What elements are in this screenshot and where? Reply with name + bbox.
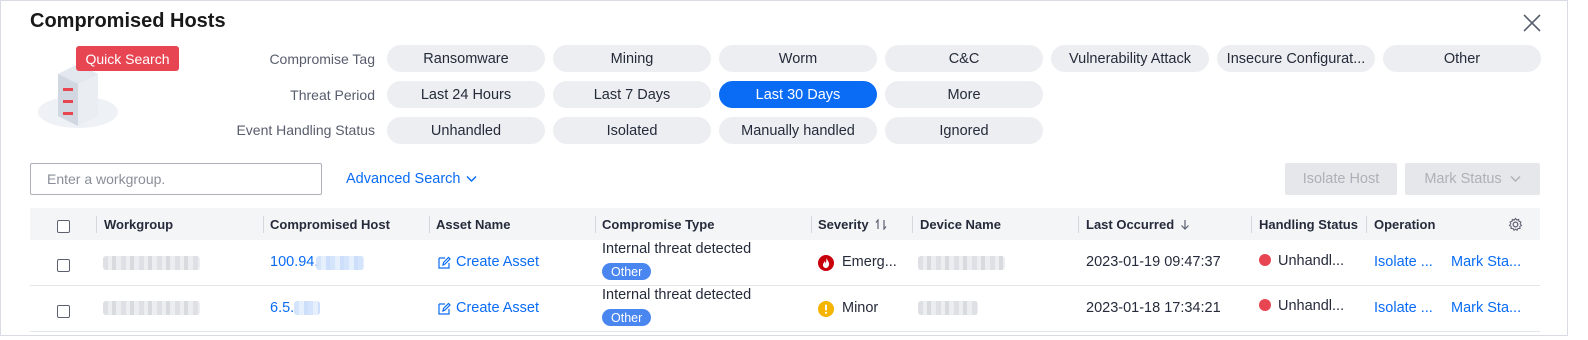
column-divider bbox=[1078, 216, 1079, 233]
severity-text: Emerg... bbox=[842, 254, 897, 270]
chip-last-7-days[interactable]: Last 7 Days bbox=[553, 81, 711, 108]
mark-status-label: Mark Status bbox=[1424, 171, 1502, 187]
col-last-occurred[interactable]: Last Occurred bbox=[1086, 217, 1190, 232]
column-divider bbox=[1366, 216, 1367, 233]
chip-vulnerability-attack[interactable]: Vulnerability Attack bbox=[1051, 45, 1209, 72]
chip-insecure-configuration[interactable]: Insecure Configurat... bbox=[1217, 45, 1375, 72]
chip-last-24-hours[interactable]: Last 24 Hours bbox=[387, 81, 545, 108]
column-divider bbox=[263, 216, 264, 233]
dialog-title: Compromised Hosts bbox=[30, 10, 226, 32]
row-divider bbox=[30, 331, 1540, 332]
row-checkbox[interactable] bbox=[57, 259, 70, 272]
workgroup-masked-value bbox=[103, 256, 200, 270]
quick-search-badge[interactable]: Quick Search bbox=[76, 46, 179, 71]
create-asset-link[interactable]: Create Asset bbox=[456, 254, 539, 270]
row-checkbox[interactable] bbox=[57, 305, 70, 318]
compromise-type-tag: Other bbox=[602, 309, 652, 326]
threat-period-label: Threat Period bbox=[290, 87, 375, 103]
host-masked-value bbox=[294, 301, 320, 315]
col-compromised-host: Compromised Host bbox=[270, 217, 390, 232]
chip-more[interactable]: More bbox=[885, 81, 1043, 108]
col-workgroup: Workgroup bbox=[104, 217, 174, 232]
col-asset-name: Asset Name bbox=[436, 217, 511, 232]
workgroup-search-input[interactable] bbox=[30, 163, 322, 195]
compromise-type-text: Internal threat detected bbox=[602, 287, 752, 303]
advanced-search-label: Advanced Search bbox=[346, 171, 461, 187]
row-divider bbox=[30, 285, 1540, 286]
edit-icon[interactable] bbox=[437, 256, 451, 270]
col-operation: Operation bbox=[1374, 217, 1436, 232]
mark-status-button[interactable]: Mark Status bbox=[1405, 163, 1540, 195]
isolate-action-link[interactable]: Isolate ... bbox=[1374, 300, 1433, 316]
select-all-checkbox[interactable] bbox=[57, 220, 70, 233]
chip-unhandled[interactable]: Unhandled bbox=[387, 117, 545, 144]
sort-desc-icon bbox=[1181, 220, 1190, 230]
chip-cnc[interactable]: C&C bbox=[885, 45, 1043, 72]
close-icon[interactable] bbox=[1521, 12, 1543, 34]
isolate-host-button[interactable]: Isolate Host bbox=[1285, 163, 1397, 195]
compromise-type-text: Internal threat detected bbox=[602, 241, 752, 257]
chip-other[interactable]: Other bbox=[1383, 45, 1541, 72]
column-divider bbox=[1251, 216, 1252, 233]
flame-icon bbox=[818, 255, 834, 271]
chip-manually-handled[interactable]: Manually handled bbox=[719, 117, 877, 144]
col-handling-status: Handling Status bbox=[1259, 217, 1358, 232]
handling-status-text: Unhandl... bbox=[1278, 253, 1345, 269]
column-divider bbox=[96, 216, 97, 233]
chevron-down-icon bbox=[1510, 175, 1521, 183]
status-dot bbox=[1259, 299, 1271, 311]
column-divider bbox=[912, 216, 913, 233]
compromise-type-tag: Other bbox=[602, 263, 652, 280]
workgroup-masked-value bbox=[103, 301, 200, 315]
edit-icon[interactable] bbox=[437, 302, 451, 316]
event-handling-status-label: Event Handling Status bbox=[236, 122, 375, 138]
severity-text: Minor bbox=[842, 300, 879, 316]
sort-icon bbox=[875, 219, 887, 230]
col-device-name: Device Name bbox=[920, 217, 1001, 232]
chip-last-30-days[interactable]: Last 30 Days bbox=[719, 81, 877, 108]
mark-status-action-link[interactable]: Mark Sta... bbox=[1451, 254, 1521, 270]
column-divider bbox=[595, 216, 596, 233]
isolate-action-link[interactable]: Isolate ... bbox=[1374, 254, 1433, 270]
chip-ignored[interactable]: Ignored bbox=[885, 117, 1043, 144]
chip-isolated[interactable]: Isolated bbox=[553, 117, 711, 144]
create-asset-link[interactable]: Create Asset bbox=[456, 300, 539, 316]
device-name-masked-value bbox=[918, 256, 1005, 270]
exclamation-icon bbox=[818, 301, 834, 317]
gear-icon[interactable] bbox=[1508, 217, 1523, 232]
compromised-host-link[interactable]: 6.5. bbox=[270, 300, 294, 316]
chip-ransomware[interactable]: Ransomware bbox=[387, 45, 545, 72]
compromise-tag-label: Compromise Tag bbox=[269, 51, 375, 67]
column-divider bbox=[429, 216, 430, 233]
column-divider bbox=[811, 216, 812, 233]
compromised-host-link[interactable]: 100.94. bbox=[270, 254, 318, 270]
mark-status-action-link[interactable]: Mark Sta... bbox=[1451, 300, 1521, 316]
host-masked-value bbox=[316, 256, 364, 270]
col-last-occurred-label: Last Occurred bbox=[1086, 217, 1175, 232]
last-occurred-text: 2023-01-18 17:34:21 bbox=[1086, 300, 1221, 316]
last-occurred-text: 2023-01-19 09:47:37 bbox=[1086, 254, 1221, 270]
status-dot bbox=[1259, 254, 1271, 266]
col-compromise-type: Compromise Type bbox=[602, 217, 715, 232]
chip-worm[interactable]: Worm bbox=[719, 45, 877, 72]
advanced-search-link[interactable]: Advanced Search bbox=[346, 171, 477, 187]
handling-status-text: Unhandl... bbox=[1278, 298, 1345, 314]
chevron-down-icon bbox=[466, 175, 477, 183]
device-name-masked-value bbox=[918, 301, 978, 315]
col-severity[interactable]: Severity bbox=[818, 217, 887, 232]
col-severity-label: Severity bbox=[818, 217, 869, 232]
chip-mining[interactable]: Mining bbox=[553, 45, 711, 72]
